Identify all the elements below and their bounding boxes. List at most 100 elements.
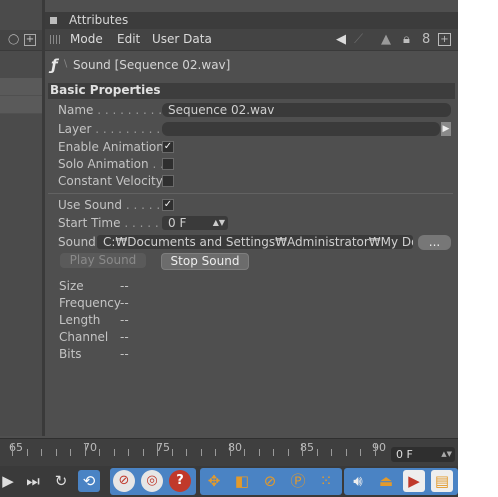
current-frame-value: 0 F <box>396 448 413 461</box>
timeline-tick <box>375 443 376 456</box>
sound-path-field[interactable]: C:₩Documents and Settings₩Administrator₩… <box>97 235 413 249</box>
parameter-icon[interactable]: Ⓟ <box>287 470 309 492</box>
go-to-end-icon[interactable]: ⏭ <box>22 470 44 492</box>
list-item[interactable] <box>0 78 42 96</box>
timeline-ruler[interactable]: 65 70 75 80 85 90 0 F ▲▼ <box>0 438 458 466</box>
enable-animation-label: Enable Animation <box>58 140 164 154</box>
lock-icon[interactable]: 🔒︎ <box>403 32 410 47</box>
info-frequency-label: Frequency <box>59 296 121 310</box>
back-arrow-icon[interactable]: ◀ <box>336 32 346 47</box>
stepper-arrows-icon[interactable]: ▲▼ <box>441 447 452 462</box>
play-forward-icon[interactable]: ▶ <box>0 470 16 492</box>
browse-button[interactable]: ... <box>418 235 451 250</box>
scale-icon[interactable]: ◧ <box>231 470 253 492</box>
timeline-tick <box>317 449 318 456</box>
info-length-value: -- <box>120 313 129 327</box>
menu-user-data[interactable]: User Data <box>152 32 212 46</box>
play-sound-button[interactable]: Play Sound <box>60 253 146 268</box>
timeline-tick <box>172 449 173 456</box>
solo-animation-checkbox[interactable] <box>162 158 174 170</box>
name-field[interactable]: Sequence 02.wav <box>162 103 451 117</box>
timeline-tick <box>360 449 361 456</box>
layer-arrow-icon[interactable]: ▶ <box>441 122 451 136</box>
timeline-tick <box>215 449 216 456</box>
render-icon[interactable]: ▶ <box>403 470 425 492</box>
left-panel: ◯ + <box>0 0 42 436</box>
object-header: ƒ ∖ Sound [Sequence 02.wav] <box>45 51 458 79</box>
layer-label: Layer . . . . . . . . . . . <box>58 122 176 136</box>
start-time-label: Start Time . . . . . . <box>58 216 167 230</box>
info-size-label: Size <box>59 279 84 293</box>
record-key-icon[interactable]: ⊘ <box>113 470 135 492</box>
timeline-tick <box>244 449 245 456</box>
object-name: Sound [Sequence 02.wav] <box>73 58 231 72</box>
timeline-tick <box>143 449 144 456</box>
timeline-tick <box>99 449 100 456</box>
timeline-tick <box>230 443 231 456</box>
timeline-tick <box>346 449 347 456</box>
timeline-icon[interactable]: ⏏ <box>375 470 397 492</box>
link-icon[interactable]: 8 <box>422 32 430 47</box>
stop-sound-button[interactable]: Stop Sound <box>161 253 249 270</box>
section-header[interactable]: Basic Properties <box>48 83 455 99</box>
timeline-tick <box>27 449 28 456</box>
grip-icon[interactable] <box>50 35 60 44</box>
sound-speaker-icon[interactable]: 🔊︎ <box>347 470 369 492</box>
attributes-title-bar: Attributes <box>45 12 458 29</box>
info-length-label: Length <box>59 313 101 327</box>
autokey-icon[interactable]: ◎ <box>141 470 163 492</box>
timeline-tick <box>41 449 42 456</box>
timeline-tick <box>331 449 332 456</box>
current-frame-field[interactable]: 0 F ▲▼ <box>391 447 455 462</box>
help-icon[interactable]: ? <box>169 470 191 492</box>
sound-wave-icon: ∖ <box>62 59 69 70</box>
timeline-tick <box>85 443 86 456</box>
forward-arrow-icon[interactable]: ⟋ <box>354 32 363 47</box>
info-channel-label: Channel <box>59 330 109 344</box>
timeline-tick <box>259 449 260 456</box>
divider <box>48 193 453 194</box>
render-settings-icon[interactable]: ▤ <box>431 470 453 492</box>
timeline-tick <box>157 443 158 456</box>
timeline-label: 75 <box>156 441 170 454</box>
info-size-value: -- <box>120 279 129 293</box>
start-time-field[interactable]: 0 F ▲▼ <box>162 216 228 230</box>
left-panel-toolbar: ◯ + <box>0 30 42 51</box>
timeline-tick <box>12 443 13 456</box>
new-panel-icon[interactable]: + <box>438 33 451 46</box>
add-icon[interactable]: + <box>24 34 36 46</box>
timeline-tick <box>186 449 187 456</box>
menu-mode[interactable]: Mode <box>70 32 103 46</box>
loop-icon[interactable]: ↻ <box>50 470 72 492</box>
rotate-icon[interactable]: ⊘ <box>259 470 281 492</box>
point-level-icon[interactable]: ⁙ <box>315 470 337 492</box>
layer-field[interactable] <box>162 122 440 136</box>
constant-velocity-checkbox[interactable] <box>162 175 174 187</box>
app-window: ◯ + Attributes Mode Edit User Data ◀ ⟋ ▲… <box>0 0 458 497</box>
menu-bar: Mode Edit User Data ◀ ⟋ ▲ 🔒︎ 8 + <box>45 29 458 51</box>
move-icon[interactable]: ✥ <box>203 470 225 492</box>
sound-object-icon: ƒ <box>51 56 58 74</box>
stepper-arrows-icon[interactable]: ▲▼ <box>213 216 225 230</box>
timeline-tick <box>70 449 71 456</box>
timeline-tick <box>302 443 303 456</box>
timeline-tick <box>128 449 129 456</box>
bottom-toolbar: ▶ ⏭ ↻ ⟲ ⊘ ◎ ? ✥ ◧ ⊘ Ⓟ ⁙ 🔊︎ ⏏ ▶ ▤ <box>0 466 458 497</box>
timeline-tick <box>288 449 289 456</box>
info-channel-value: -- <box>120 330 129 344</box>
constant-velocity-label: Constant Velocity <box>58 174 163 188</box>
list-item[interactable] <box>0 96 42 114</box>
up-arrow-icon[interactable]: ▲ <box>381 32 391 47</box>
timeline-tick <box>201 449 202 456</box>
panel-menu-icon[interactable] <box>50 17 57 24</box>
use-sound-label: Use Sound . . . . . . <box>58 198 168 212</box>
timeline-tick <box>56 449 57 456</box>
timeline-tick <box>114 449 115 456</box>
enable-animation-checkbox[interactable]: ✓ <box>162 141 174 153</box>
sound-label: Sound <box>58 235 96 249</box>
menu-edit[interactable]: Edit <box>117 32 140 46</box>
collapse-icon[interactable]: ◯ <box>8 34 19 45</box>
preview-range-icon[interactable]: ⟲ <box>78 470 100 492</box>
timeline-tick <box>273 449 274 456</box>
use-sound-checkbox[interactable]: ✓ <box>162 199 174 211</box>
